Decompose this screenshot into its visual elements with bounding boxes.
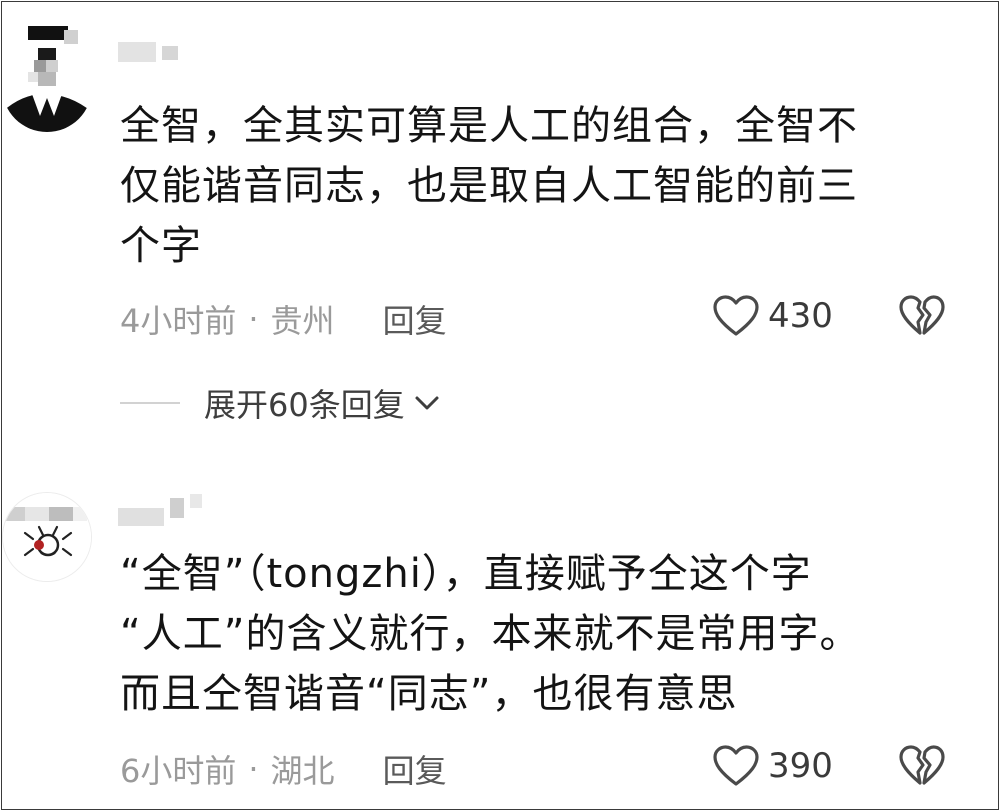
comment-line: 全智，全其实可算是人工的组合，全智不 bbox=[120, 103, 858, 149]
meta-separator: · bbox=[248, 300, 259, 338]
comment-text: 全智，全其实可算是人工的组合，全智不 仅能谐音同志，也是取自人工智能的前三 个字 bbox=[120, 96, 920, 276]
expand-replies-label: 展开60条回复 bbox=[204, 386, 405, 424]
username-obscured[interactable] bbox=[118, 494, 202, 526]
like-button[interactable]: 430 bbox=[712, 294, 833, 338]
comment-text: “全智”（tongzhi），直接赋予仝这个字 “人工”的含义就行，本来就不是常用… bbox=[120, 544, 920, 724]
dislike-button[interactable] bbox=[898, 294, 946, 342]
broken-heart-icon bbox=[899, 745, 945, 785]
reply-button[interactable]: 回复 bbox=[383, 746, 447, 792]
heart-outline-icon bbox=[713, 295, 759, 336]
reply-button[interactable]: 回复 bbox=[383, 296, 447, 342]
like-count: 430 bbox=[768, 296, 833, 336]
avatar[interactable] bbox=[2, 42, 92, 132]
username-obscured[interactable] bbox=[118, 42, 178, 62]
avatar-mosaic bbox=[28, 26, 68, 40]
comment-line: 而且仝智谐音“同志”，也很有意思 bbox=[120, 671, 738, 717]
avatar[interactable] bbox=[2, 492, 92, 582]
like-button[interactable]: 390 bbox=[712, 744, 833, 788]
comment-line: 个字 bbox=[120, 223, 202, 269]
meta-separator: · bbox=[248, 750, 259, 788]
chevron-down-icon bbox=[415, 396, 439, 410]
avatar-mosaic bbox=[64, 30, 78, 44]
comment-meta: 4小时前 · 贵州 回复 bbox=[120, 296, 447, 342]
comment-line: 仅能谐音同志，也是取自人工智能的前三 bbox=[120, 163, 858, 209]
timestamp: 4小时前 bbox=[120, 302, 237, 340]
dislike-button[interactable] bbox=[898, 744, 946, 792]
broken-heart-icon bbox=[899, 295, 945, 335]
comment-meta: 6小时前 · 湖北 回复 bbox=[120, 746, 447, 792]
location: 贵州 bbox=[270, 302, 335, 340]
divider-line bbox=[120, 402, 180, 404]
comment-line: “人工”的含义就行，本来就不是常用字。 bbox=[120, 611, 861, 657]
comment-item: “全智”（tongzhi），直接赋予仝这个字 “人工”的含义就行，本来就不是常用… bbox=[0, 480, 1000, 811]
comment-item: 全智，全其实可算是人工的组合，全智不 仅能谐音同志，也是取自人工智能的前三 个字… bbox=[0, 0, 1000, 460]
heart-outline-icon bbox=[713, 745, 759, 786]
timestamp: 6小时前 bbox=[120, 752, 237, 790]
like-count: 390 bbox=[768, 746, 833, 786]
expand-replies-button[interactable]: 展开60条回复 bbox=[120, 380, 441, 426]
comment-line: “全智”（tongzhi），直接赋予仝这个字 bbox=[120, 551, 812, 597]
location: 湖北 bbox=[270, 752, 335, 790]
